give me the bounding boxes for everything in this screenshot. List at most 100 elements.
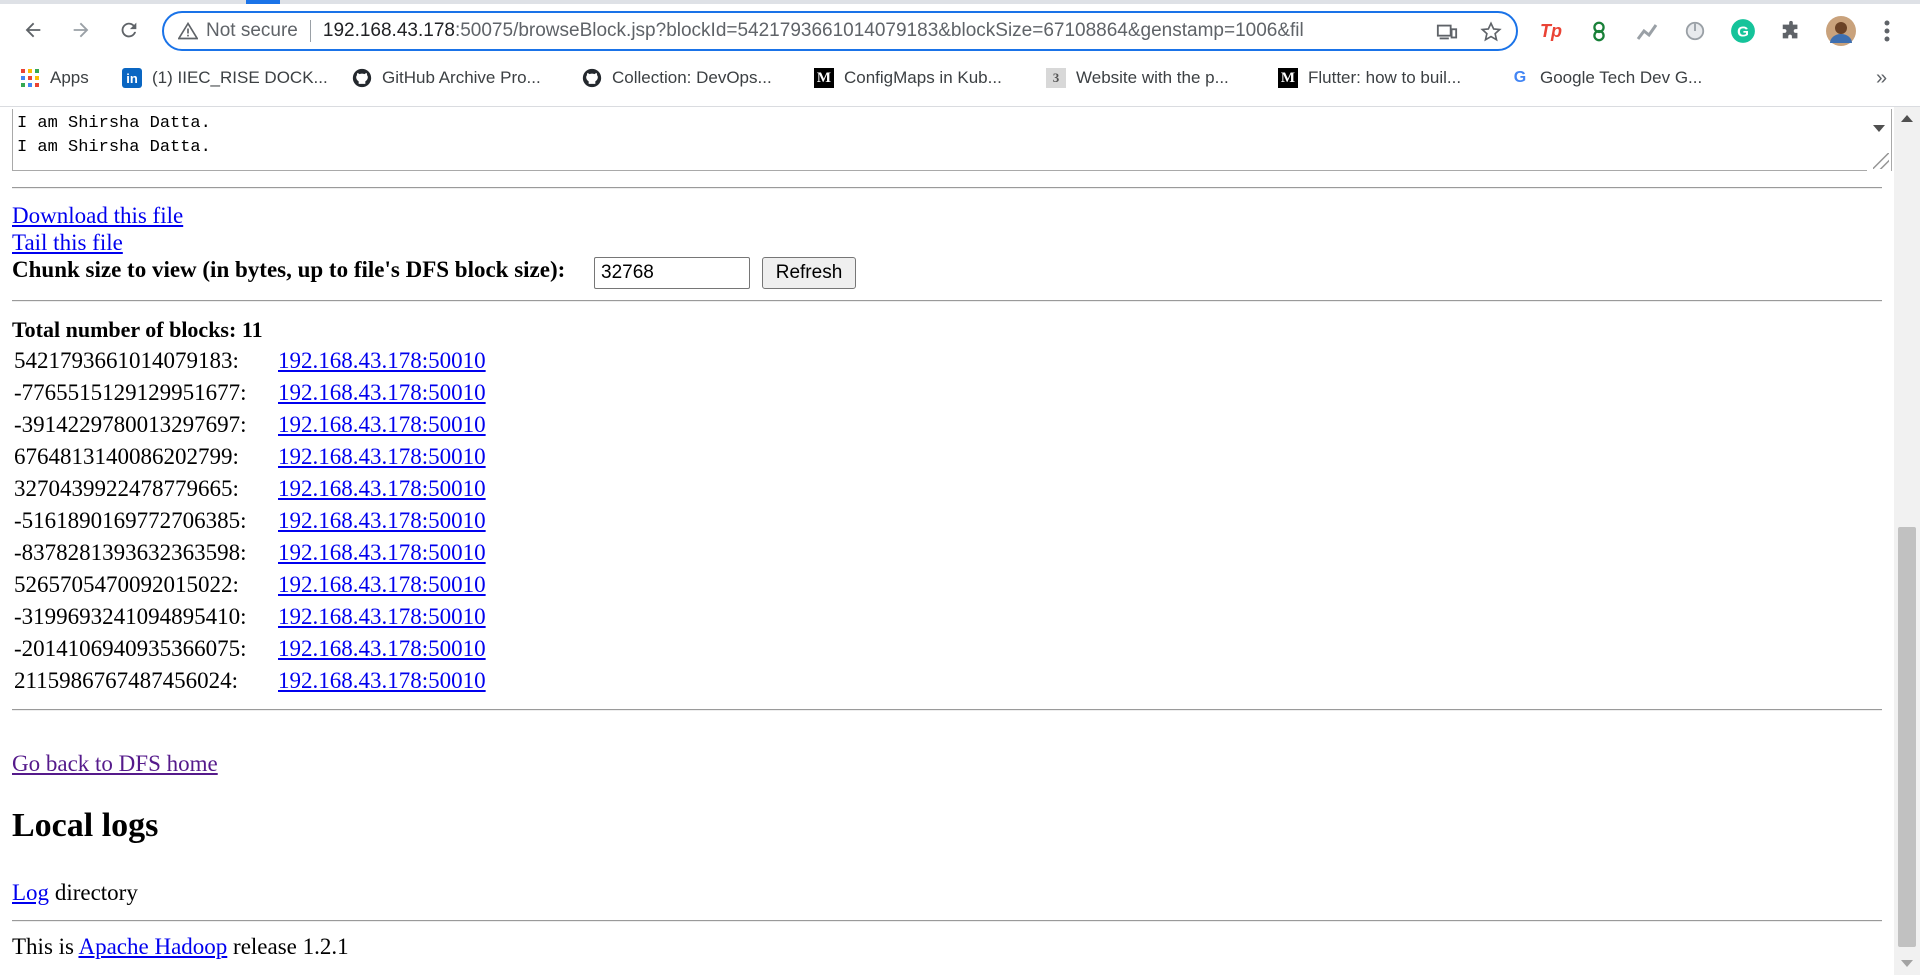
datanode-link[interactable]: 192.168.43.178:50010: [278, 348, 486, 374]
omnibox-separator: [309, 20, 311, 42]
log-directory-line: Log directory: [12, 880, 138, 906]
url-path: :50075/browseBlock.jsp?blockId=542179366…: [454, 20, 1304, 41]
log-link[interactable]: Log: [12, 880, 49, 905]
refresh-button[interactable]: Refresh: [762, 257, 856, 289]
chunk-size-label: Chunk size to view (in bytes, up to file…: [12, 257, 566, 282]
bookmark-label: GitHub Archive Pro...: [382, 68, 541, 87]
bookmarks-overflow-button[interactable]: »: [1876, 65, 1887, 91]
extension-green-icon[interactable]: [1586, 18, 1612, 44]
bookmark-star-icon[interactable]: [1480, 21, 1502, 43]
medium-icon: M: [814, 68, 834, 88]
page-favicon-icon: 3: [1046, 68, 1066, 88]
datanode-link[interactable]: 192.168.43.178:50010: [278, 636, 486, 662]
block-id: -7765515129129951677:: [14, 380, 247, 405]
block-row: -3199693241094895410: 192.168.43.178:5001…: [14, 601, 486, 633]
datanode-link[interactable]: 192.168.43.178:50010: [278, 604, 486, 630]
double-chevron-right-icon: »: [1876, 66, 1888, 89]
bookmark-label: Website with the p...: [1076, 68, 1229, 87]
block-list: 5421793661014079183: 192.168.43.178:50010…: [14, 345, 486, 697]
medium-icon: M: [1278, 68, 1298, 88]
bookmark-collection-devops[interactable]: Collection: DevOps...: [582, 65, 772, 91]
bookmark-google-tech[interactable]: G Google Tech Dev G...: [1510, 65, 1702, 91]
local-logs-heading: Local logs: [12, 807, 159, 844]
address-bar[interactable]: Not secure 192.168.43.178:50075/browseBl…: [162, 11, 1518, 51]
page-scrollbar[interactable]: [1894, 107, 1920, 975]
browser-chrome: Not secure 192.168.43.178:50075/browseBl…: [0, 0, 1920, 108]
block-row: 5421793661014079183: 192.168.43.178:50010: [14, 345, 486, 377]
datanode-link[interactable]: 192.168.43.178:50010: [278, 668, 486, 694]
block-row: 2115986767487456024: 192.168.43.178:50010: [14, 665, 486, 697]
bookmark-apps[interactable]: Apps: [20, 65, 89, 91]
extension-tp-icon[interactable]: Tp: [1538, 18, 1564, 44]
bookmark-label: (1) IIEC_RISE DOCK...: [152, 68, 328, 87]
block-row: 6764813140086202799: 192.168.43.178:50010: [14, 441, 486, 473]
chunk-size-input[interactable]: [594, 257, 750, 289]
datanode-link[interactable]: 192.168.43.178:50010: [278, 508, 486, 534]
google-icon: G: [1513, 69, 1527, 86]
datanode-link[interactable]: 192.168.43.178:50010: [278, 572, 486, 598]
block-row: 3270439922478779665: 192.168.43.178:50010: [14, 473, 486, 505]
datanode-link[interactable]: 192.168.43.178:50010: [278, 540, 486, 566]
forward-button[interactable]: [64, 13, 98, 47]
linkedin-icon: in: [122, 68, 142, 88]
datanode-link[interactable]: 192.168.43.178:50010: [278, 380, 486, 406]
install-app-icon[interactable]: [1436, 21, 1458, 43]
back-button[interactable]: [16, 13, 50, 47]
extensions-puzzle-icon[interactable]: [1778, 18, 1804, 44]
bookmark-label: ConfigMaps in Kub...: [844, 68, 1002, 87]
extension-mouse-icon[interactable]: [1682, 18, 1708, 44]
scrollbar-thumb[interactable]: [1898, 527, 1916, 947]
bookmark-website[interactable]: 3 Website with the p...: [1046, 65, 1229, 91]
apache-hadoop-link[interactable]: Apache Hadoop: [78, 934, 227, 959]
divider: [12, 920, 1882, 922]
block-id: -5161890169772706385:: [14, 508, 247, 533]
datanode-link[interactable]: 192.168.43.178:50010: [278, 412, 486, 438]
url-host: 192.168.43.178: [322, 20, 455, 41]
arrow-left-icon: [25, 22, 41, 38]
github-icon: [582, 68, 602, 88]
scroll-down-arrow-icon[interactable]: [1901, 960, 1913, 967]
textarea-scrollbar[interactable]: [1867, 109, 1891, 171]
browser-menu-icon[interactable]: [1874, 18, 1900, 44]
reload-button[interactable]: [112, 13, 146, 47]
block-row: 5265705470092015022: 192.168.43.178:50010: [14, 569, 486, 601]
bookmark-iiec-rise[interactable]: in (1) IIEC_RISE DOCK...: [122, 65, 328, 91]
scroll-up-arrow-icon[interactable]: [1901, 115, 1913, 122]
security-status-label[interactable]: Not secure: [206, 20, 298, 42]
divider: [12, 709, 1882, 711]
tail-line: Tail this file: [12, 230, 123, 256]
block-row: -8378281393632363598: 192.168.43.178:5001…: [14, 537, 486, 569]
block-id: -8378281393632363598:: [14, 540, 247, 565]
chunk-size-row: Chunk size to view (in bytes, up to file…: [12, 257, 565, 283]
dfs-home-line: Go back to DFS home: [12, 751, 218, 777]
extension-chart-icon[interactable]: [1634, 18, 1660, 44]
tail-file-link[interactable]: Tail this file: [12, 230, 123, 255]
github-icon: [352, 68, 372, 88]
dfs-home-link[interactable]: Go back to DFS home: [12, 751, 218, 776]
grammarly-icon[interactable]: G: [1730, 18, 1756, 44]
download-file-link[interactable]: Download this file: [12, 203, 183, 228]
resize-grip-icon[interactable]: [1873, 153, 1889, 169]
divider: [12, 300, 1882, 302]
scroll-down-arrow-icon[interactable]: [1873, 125, 1885, 132]
bookmark-flutter[interactable]: M Flutter: how to buil...: [1278, 65, 1461, 91]
apps-grid-icon: [20, 68, 40, 88]
block-id: 3270439922478779665:: [14, 476, 239, 501]
block-id: -3914229780013297697:: [14, 412, 247, 437]
url-text[interactable]: 192.168.43.178:50075/browseBlock.jsp?blo…: [323, 20, 1393, 42]
block-row: -3914229780013297697: 192.168.43.178:5001…: [14, 409, 486, 441]
warning-triangle-icon: [178, 21, 198, 41]
bookmark-configmaps[interactable]: M ConfigMaps in Kub...: [814, 65, 1002, 91]
datanode-link[interactable]: 192.168.43.178:50010: [278, 444, 486, 470]
total-blocks-label: Total number of blocks: 11: [12, 317, 263, 342]
bookmark-label: Flutter: how to buil...: [1308, 68, 1462, 87]
divider: [12, 187, 1882, 189]
block-id: -2014106940935366075:: [14, 636, 247, 661]
bookmark-github-archive[interactable]: GitHub Archive Pro...: [352, 65, 541, 91]
file-content-textarea[interactable]: I am Shirsha Datta. I am Shirsha Datta.: [12, 109, 1892, 171]
block-row: -7765515129129951677: 192.168.43.178:5001…: [14, 377, 486, 409]
page-content: I am Shirsha Datta. I am Shirsha Datta. …: [0, 107, 1894, 975]
arrow-right-icon: [73, 22, 89, 38]
profile-avatar[interactable]: [1826, 16, 1856, 46]
datanode-link[interactable]: 192.168.43.178:50010: [278, 476, 486, 502]
